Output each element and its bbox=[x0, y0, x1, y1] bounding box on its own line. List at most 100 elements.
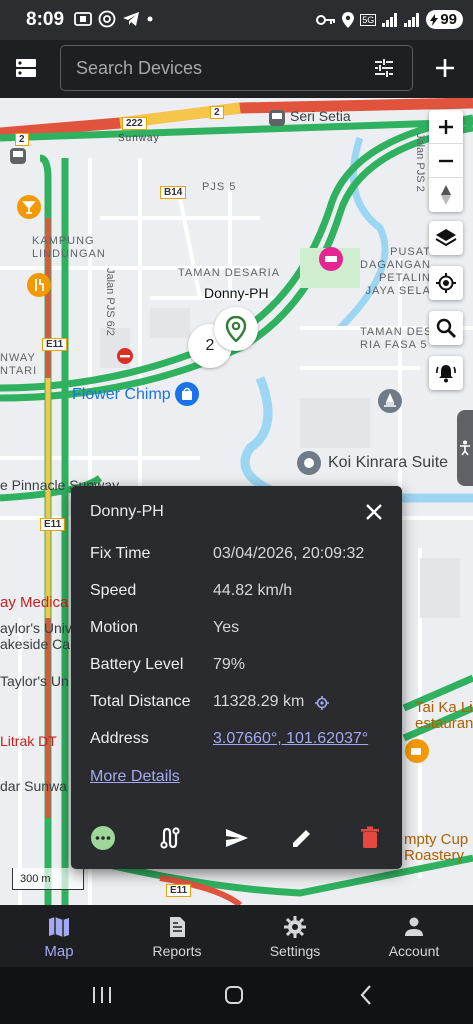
replay-route-button[interactable] bbox=[154, 822, 186, 854]
home-button[interactable] bbox=[219, 983, 249, 1007]
nav-label: Reports bbox=[152, 943, 202, 959]
more-horizontal-icon bbox=[91, 826, 115, 850]
map-label-taylors-univ: aylor's Univ akeside Ca bbox=[0, 620, 72, 652]
popup-row-motion: Motion Yes bbox=[90, 619, 390, 656]
status-bar: 8:09 5G 99 bbox=[0, 0, 473, 40]
nav-reports[interactable]: Reports bbox=[118, 905, 236, 967]
status-time: 8:09 bbox=[26, 9, 65, 30]
row-value: Yes bbox=[213, 619, 240, 636]
compass-button[interactable] bbox=[429, 178, 463, 212]
plus-icon bbox=[436, 59, 454, 77]
map-label-taman-desaria: TAMAN DESARIA bbox=[178, 267, 281, 279]
map-pin-icon bbox=[225, 316, 247, 342]
road-shield-2: 2 bbox=[15, 133, 29, 146]
my-location-button[interactable] bbox=[429, 266, 463, 300]
battery-indicator: 99 bbox=[426, 10, 463, 29]
address-link[interactable]: 3.07660°, 101.62037° bbox=[213, 730, 368, 767]
screenshot-icon bbox=[74, 12, 92, 26]
zoom-in-button[interactable] bbox=[429, 110, 463, 144]
popup-row-battery: Battery Level 79% bbox=[90, 656, 390, 693]
key-icon bbox=[316, 14, 336, 25]
cafe-poi-icon bbox=[405, 739, 429, 763]
trash-icon bbox=[361, 826, 379, 848]
no-entry-icon bbox=[117, 348, 133, 364]
network-5g-label: 5G bbox=[360, 13, 377, 26]
map-label-sunway: Sunway bbox=[118, 133, 160, 144]
map-icon bbox=[49, 917, 69, 937]
map-label-empty-cup: mpty Cup Roastery bbox=[404, 831, 469, 864]
road-shield-e11: E11 bbox=[42, 338, 68, 351]
search-icon bbox=[436, 318, 456, 338]
zoom-controls bbox=[429, 110, 463, 212]
zoom-out-button[interactable] bbox=[429, 144, 463, 178]
search-box bbox=[60, 45, 413, 91]
nav-account[interactable]: Account bbox=[355, 905, 473, 967]
back-icon bbox=[360, 985, 371, 1005]
transit-icon bbox=[269, 110, 285, 126]
filter-button[interactable] bbox=[372, 56, 396, 80]
more-details-link[interactable]: More Details bbox=[90, 768, 180, 786]
shopping-poi-icon bbox=[175, 382, 199, 406]
close-icon bbox=[366, 504, 382, 520]
map-scale: 300 m bbox=[12, 868, 84, 890]
location-icon bbox=[342, 11, 355, 28]
road-shield-e11b: E11 bbox=[40, 518, 66, 531]
nav-map[interactable]: Map bbox=[0, 905, 118, 967]
device-list-icon bbox=[16, 59, 36, 77]
report-icon bbox=[170, 917, 185, 937]
row-label: Speed bbox=[90, 582, 137, 599]
popup-row-fix-time: Fix Time 03/04/2026, 20:09:32 bbox=[90, 545, 390, 582]
device-list-button[interactable] bbox=[12, 54, 42, 84]
compass-icon bbox=[441, 185, 451, 205]
layers-icon bbox=[435, 229, 457, 247]
food-poi-icon bbox=[27, 273, 51, 297]
map-search-button[interactable] bbox=[429, 311, 463, 345]
more-actions-button[interactable] bbox=[87, 822, 119, 854]
map-label-nway-ntari: NWAY NTARI bbox=[0, 352, 38, 377]
gear-icon bbox=[284, 916, 306, 938]
edit-device-button[interactable] bbox=[286, 822, 318, 854]
road-shield-e11c: E11 bbox=[166, 884, 192, 897]
add-device-button[interactable] bbox=[431, 54, 459, 82]
row-label: Battery Level bbox=[90, 656, 184, 673]
signal-icon bbox=[382, 12, 398, 27]
row-value-wrap: 11328.29 km bbox=[213, 693, 330, 730]
map-label-jalan-pjs62: Jalan PJS 6/2 bbox=[104, 268, 116, 336]
accessibility-icon bbox=[460, 440, 470, 456]
layers-button[interactable] bbox=[429, 221, 463, 255]
popup-row-address: Address 3.07660°, 101.62037° bbox=[90, 730, 390, 767]
map-label-taman-desaria-fasa: TAMAN DES RIA FASA 5 bbox=[360, 326, 433, 351]
nav-label: Settings bbox=[269, 943, 321, 959]
map-label-pusat-dagangan: PUSAT DAGANGAN PETALIN JAYA SELA bbox=[360, 246, 431, 297]
recent-apps-button[interactable] bbox=[87, 983, 117, 1007]
route-icon bbox=[160, 827, 180, 849]
popup-close-button[interactable] bbox=[363, 501, 385, 523]
recent-apps-icon bbox=[93, 987, 111, 1003]
row-label: Fix Time bbox=[90, 545, 151, 562]
map-label-litrak: Litrak DT bbox=[0, 733, 57, 749]
nav-settings[interactable]: Settings bbox=[236, 905, 354, 967]
gear-icon[interactable] bbox=[314, 695, 330, 711]
road-shield-b14: B14 bbox=[160, 186, 187, 199]
battery-level: 99 bbox=[440, 11, 457, 28]
popup-row-total-distance: Total Distance 11328.29 km bbox=[90, 693, 390, 730]
back-button[interactable] bbox=[351, 983, 381, 1007]
minus-icon bbox=[439, 159, 453, 162]
row-value: 03/04/2026, 20:09:32 bbox=[213, 545, 365, 562]
row-label: Motion bbox=[90, 619, 139, 636]
alerts-button[interactable] bbox=[429, 356, 463, 390]
send-command-button[interactable] bbox=[221, 822, 253, 854]
telegram-icon bbox=[123, 12, 139, 26]
map-label-taylors-u: Taylor's Un bbox=[0, 673, 69, 689]
row-label: Address bbox=[90, 730, 149, 747]
row-value: 79% bbox=[213, 656, 246, 673]
system-navigation-bar bbox=[0, 967, 473, 1024]
search-input[interactable] bbox=[76, 46, 356, 90]
tune-icon bbox=[375, 59, 393, 77]
device-marker[interactable] bbox=[214, 307, 258, 351]
accessibility-tab[interactable] bbox=[457, 410, 473, 486]
home-icon bbox=[225, 986, 243, 1004]
delete-device-button[interactable] bbox=[354, 822, 386, 854]
app-bar bbox=[0, 40, 473, 98]
pencil-icon bbox=[293, 830, 310, 847]
